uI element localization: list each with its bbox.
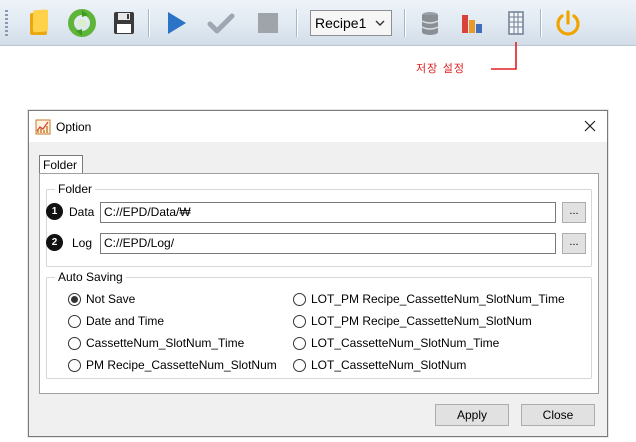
radio-indicator bbox=[68, 314, 81, 328]
auto-saving-title: Auto Saving bbox=[55, 270, 126, 284]
radio-lot-pm-recipe-cassette-slot[interactable]: LOT_PM Recipe_CassetteNum_SlotNum bbox=[293, 313, 532, 329]
folder-tab-panel: Folder 1 Data C://EPD/Data/₩ ... 2 Log C… bbox=[39, 173, 599, 394]
stop-button[interactable] bbox=[252, 7, 284, 39]
radio-cassette-slot-time[interactable]: CassetteNum_SlotNum_Time bbox=[68, 335, 244, 351]
radio-label: Not Save bbox=[86, 292, 136, 306]
bar-chart-icon bbox=[462, 15, 482, 33]
toolbar-separator bbox=[148, 9, 149, 37]
refresh-button[interactable] bbox=[66, 7, 98, 39]
radio-pm-recipe-cassette-slot[interactable]: PM Recipe_CassetteNum_SlotNum bbox=[68, 357, 277, 373]
data-path-field[interactable]: C://EPD/Data/₩ bbox=[100, 202, 556, 223]
radio-indicator bbox=[68, 358, 81, 372]
radio-indicator bbox=[293, 292, 306, 306]
power-icon bbox=[556, 10, 580, 36]
radio-indicator bbox=[293, 358, 306, 372]
radio-label: LOT_PM Recipe_CassetteNum_SlotNum_Time bbox=[311, 292, 565, 306]
toolbar: Recipe1 bbox=[0, 0, 636, 46]
radio-indicator bbox=[68, 336, 81, 350]
radio-indicator bbox=[293, 336, 306, 350]
confirm-button[interactable] bbox=[205, 7, 237, 39]
recipe-select-value: Recipe1 bbox=[315, 15, 367, 31]
data-browse-button[interactable]: ... bbox=[562, 202, 586, 223]
radio-date-and-time[interactable]: Date and Time bbox=[68, 313, 164, 329]
chart-button[interactable] bbox=[456, 7, 488, 39]
save-settings-button[interactable] bbox=[500, 7, 532, 39]
toolbar-grip[interactable] bbox=[5, 10, 8, 36]
database-icon bbox=[421, 12, 439, 35]
toolbar-separator bbox=[540, 9, 541, 37]
open-folder-icon bbox=[30, 9, 48, 35]
run-button[interactable] bbox=[160, 7, 192, 39]
radio-label: LOT_PM Recipe_CassetteNum_SlotNum bbox=[311, 314, 532, 328]
radio-selected-indicator bbox=[68, 292, 81, 306]
play-icon bbox=[168, 12, 186, 34]
recipe-select[interactable]: Recipe1 bbox=[310, 10, 392, 36]
option-dialog: Option Folder Folder 1 Data C://EPD/Data… bbox=[28, 110, 608, 437]
close-button[interactable]: Close bbox=[521, 404, 595, 426]
save-icon bbox=[114, 12, 134, 34]
folder-group-title: Folder bbox=[55, 182, 96, 196]
open-folder-button[interactable] bbox=[24, 7, 56, 39]
log-path-field[interactable]: C://EPD/Log/ bbox=[100, 233, 556, 254]
tab-folder[interactable]: Folder bbox=[39, 155, 83, 174]
dialog-titlebar[interactable]: Option bbox=[29, 111, 607, 142]
radio-label: LOT_CassetteNum_SlotNum bbox=[311, 358, 467, 372]
radio-label: Date and Time bbox=[86, 314, 165, 328]
radio-label: LOT_CassetteNum_SlotNum_Time bbox=[311, 336, 500, 350]
annotation-label: 저장 설정 bbox=[416, 62, 465, 75]
dialog-title: Option bbox=[56, 120, 92, 134]
folder-groupbox: Folder bbox=[46, 182, 592, 267]
chevron-down-icon bbox=[375, 20, 385, 26]
apply-button[interactable]: Apply bbox=[435, 404, 509, 426]
chart-app-icon bbox=[35, 119, 51, 135]
log-label: Log bbox=[72, 236, 93, 250]
spreadsheet-settings-icon bbox=[508, 11, 524, 35]
stop-icon bbox=[258, 13, 278, 33]
log-browse-button[interactable]: ... bbox=[562, 233, 586, 254]
log-badge: 2 bbox=[46, 234, 63, 251]
database-button[interactable] bbox=[414, 7, 446, 39]
data-label: Data bbox=[69, 205, 95, 219]
radio-not-save[interactable]: Not Save bbox=[68, 291, 135, 307]
refresh-icon bbox=[68, 9, 96, 37]
save-button[interactable] bbox=[108, 7, 140, 39]
annotation-pointer bbox=[491, 42, 517, 70]
data-badge: 1 bbox=[46, 203, 63, 220]
radio-lot-cassette-slot-time[interactable]: LOT_CassetteNum_SlotNum_Time bbox=[293, 335, 499, 351]
toolbar-separator bbox=[296, 9, 297, 37]
radio-indicator bbox=[293, 314, 306, 328]
radio-label: PM Recipe_CassetteNum_SlotNum bbox=[86, 358, 277, 372]
toolbar-separator bbox=[404, 9, 405, 37]
close-icon[interactable] bbox=[581, 117, 599, 135]
check-icon bbox=[207, 13, 235, 34]
power-button[interactable] bbox=[552, 7, 584, 39]
radio-label: CassetteNum_SlotNum_Time bbox=[86, 336, 245, 350]
radio-lot-cassette-slot[interactable]: LOT_CassetteNum_SlotNum bbox=[293, 357, 466, 373]
radio-lot-pm-recipe-cassette-slot-time[interactable]: LOT_PM Recipe_CassetteNum_SlotNum_Time bbox=[293, 291, 565, 307]
